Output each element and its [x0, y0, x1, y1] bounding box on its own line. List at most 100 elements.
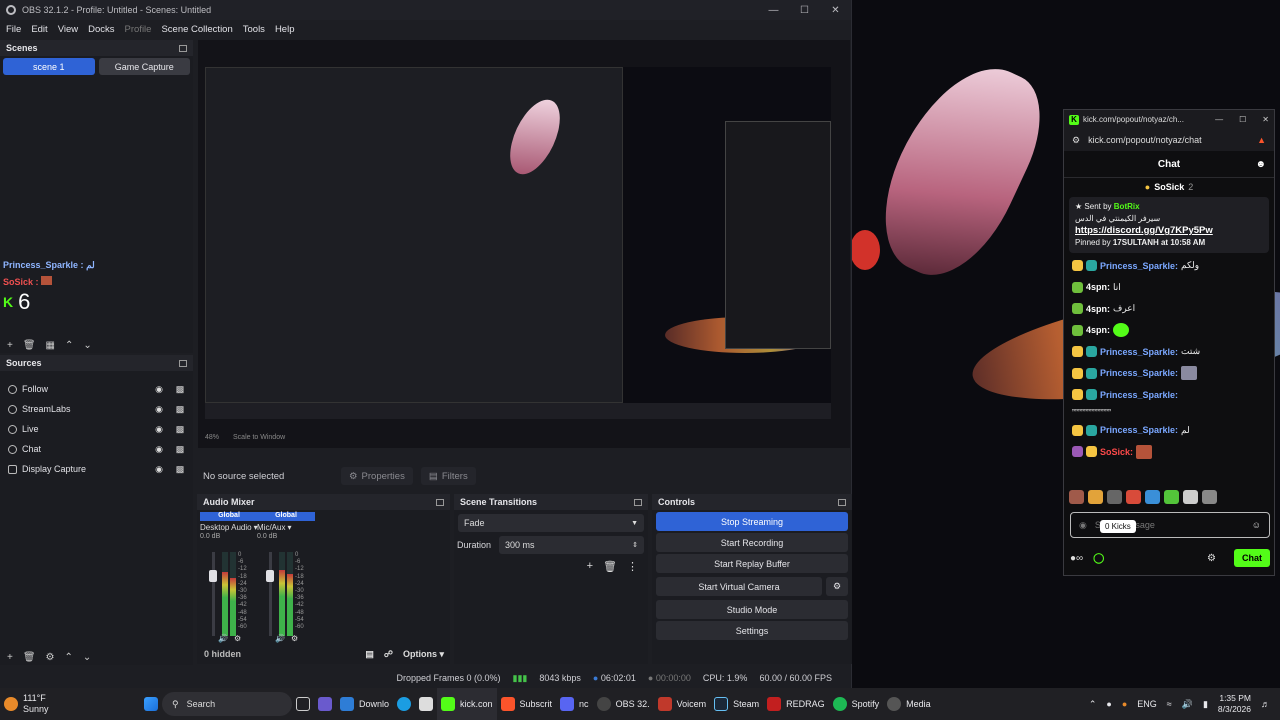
taskbar-app-discord[interactable]: nc [556, 688, 593, 720]
source-item[interactable]: Display Capture ◉ ▩ [0, 459, 193, 479]
preview-canvas[interactable] [205, 67, 831, 419]
more-options-icon[interactable]: ⋮ [627, 560, 638, 573]
add-scene-icon[interactable]: + [7, 340, 13, 351]
taskbar-app-download[interactable]: Downlo [336, 688, 393, 720]
volume-icon[interactable]: 🔊 [1182, 699, 1193, 710]
undock-icon[interactable] [436, 498, 444, 506]
taskbar-app-media[interactable]: Media [883, 688, 935, 720]
lock-icon[interactable]: ▩ [175, 404, 185, 415]
program-preview[interactable]: 48% Scale to Window [198, 40, 850, 448]
start-virtual-camera-button[interactable]: Start Virtual Camera [656, 577, 822, 596]
source-item[interactable]: Chat ◉ ▩ [0, 439, 193, 459]
move-up-icon[interactable]: ⌃ [65, 340, 73, 351]
pinned-message[interactable]: ★ Sent by BotRix سيرفر الكيمنتي في الدس … [1069, 197, 1269, 253]
menu-tools[interactable]: Tools [243, 24, 265, 35]
source-item[interactable]: Follow ◉ ▩ [0, 379, 193, 399]
user-settings-icon[interactable]: ☻ [1255, 159, 1266, 170]
scene-item-scene-1[interactable]: scene 1 [3, 58, 95, 75]
scale-mode[interactable]: Scale to Window [233, 434, 285, 441]
move-up-icon[interactable]: ⌃ [65, 652, 73, 663]
taskbar-app-edge[interactable] [393, 688, 415, 720]
source-item[interactable]: StreamLabs ◉ ▩ [0, 399, 193, 419]
emote-quickbar[interactable] [1069, 490, 1217, 504]
taskbar-app-steam[interactable]: Steam [710, 688, 763, 720]
remove-scene-icon[interactable]: 🗑 [23, 340, 36, 351]
wifi-icon[interactable]: ≈ [1167, 699, 1172, 709]
taskbar-app-voicemeeter[interactable]: Voicem [654, 688, 711, 720]
emoji-icon[interactable]: ☺ [1252, 520, 1261, 530]
remove-source-icon[interactable]: 🗑 [23, 652, 36, 663]
eye-icon[interactable]: ◉ [154, 424, 164, 435]
chat-settings-icon[interactable]: ⚙ [1207, 553, 1216, 564]
menu-file[interactable]: File [6, 24, 21, 35]
studio-mode-button[interactable]: Studio Mode [656, 600, 848, 619]
start-replay-buffer-button[interactable]: Start Replay Buffer [656, 554, 848, 573]
site-info-icon[interactable]: ⚙ [1072, 135, 1080, 146]
menu-docks[interactable]: Docks [88, 24, 114, 35]
menu-scene-collection[interactable]: Scene Collection [161, 24, 232, 35]
maximize-icon[interactable]: ☐ [1239, 115, 1246, 124]
taskbar-app-redragon[interactable]: REDRAG [763, 688, 829, 720]
add-transition-icon[interactable]: + [587, 560, 593, 573]
volume-slider-handle[interactable] [266, 570, 274, 582]
remove-transition-icon[interactable]: 🗑 [603, 560, 617, 573]
duration-spinbox[interactable]: 300 ms ⇕ [499, 536, 644, 554]
battery-icon[interactable]: ▮ [1203, 699, 1208, 710]
address-bar[interactable]: ⚙ kick.com/popout/notyaz/chat ▲ [1064, 129, 1274, 151]
close-icon[interactable]: ✕ [820, 5, 851, 16]
kick-coin-icon[interactable]: ◯ [1093, 553, 1104, 564]
move-down-icon[interactable]: ⌄ [83, 652, 91, 663]
rewards-icon[interactable]: ●∞ [1070, 553, 1083, 564]
task-view-button[interactable] [292, 688, 314, 720]
eye-icon[interactable]: ◉ [154, 464, 164, 475]
menu-profile[interactable]: Profile [125, 24, 152, 35]
taskbar-app-kick[interactable]: kick.con [437, 688, 497, 720]
taskbar-app-spotify[interactable]: Spotify [829, 688, 884, 720]
brave-shield-icon[interactable]: ▲ [1257, 135, 1266, 145]
start-button[interactable] [140, 688, 162, 720]
pinned-link[interactable]: https://discord.gg/Vg7KPy5Pw [1075, 225, 1263, 237]
lock-icon[interactable]: ▩ [175, 424, 185, 435]
layout-icon[interactable]: ▤ [365, 649, 374, 660]
speaker-icon[interactable]: 🔊 [218, 634, 228, 643]
volume-slider-handle[interactable] [209, 570, 217, 582]
undock-icon[interactable] [179, 44, 187, 52]
maximize-icon[interactable]: ☐ [789, 5, 820, 16]
source-item[interactable]: Live ◉ ▩ [0, 419, 193, 439]
filters-button[interactable]: ▤ Filters [420, 467, 476, 485]
clock[interactable]: 1:35 PM 8/3/2026 [1218, 693, 1251, 715]
notification-bell-icon[interactable]: ♬ [1261, 699, 1270, 709]
taskbar-search[interactable]: ⚲ Search [162, 692, 292, 716]
start-recording-button[interactable]: Start Recording [656, 533, 848, 552]
undock-icon[interactable] [634, 498, 642, 506]
channel-settings-icon[interactable]: ⚙ [234, 634, 241, 643]
transition-select[interactable]: Fade ▼ [458, 514, 644, 532]
menu-edit[interactable]: Edit [31, 24, 47, 35]
options-button[interactable]: Options ▾ [403, 649, 444, 660]
tray-overflow-icon[interactable]: ⌃ [1089, 699, 1097, 710]
undock-icon[interactable] [838, 498, 846, 506]
lock-icon[interactable]: ▩ [175, 464, 185, 475]
tray-app-icon[interactable]: ● [1106, 699, 1111, 709]
microphone-icon[interactable]: ● [1122, 699, 1127, 709]
virtual-camera-settings-icon[interactable]: ⚙ [826, 577, 848, 596]
channel-select[interactable]: Desktop Audio ▾ [200, 521, 258, 533]
minimize-icon[interactable]: — [758, 5, 789, 16]
channel-settings-icon[interactable]: ⚙ [291, 634, 298, 643]
taskbar-app-brave[interactable]: Subscrit [497, 688, 557, 720]
settings-button[interactable]: Settings [656, 621, 848, 640]
chat-send-button[interactable]: Chat [1234, 549, 1270, 567]
menu-help[interactable]: Help [275, 24, 295, 35]
properties-button[interactable]: ⚙ Properties [341, 467, 413, 485]
close-icon[interactable]: ✕ [1262, 115, 1269, 124]
preview-zoom-row[interactable]: 48% Scale to Window [205, 434, 285, 441]
language-indicator[interactable]: ENG [1137, 699, 1157, 709]
lock-icon[interactable]: ▩ [175, 444, 185, 455]
spin-arrows-icon[interactable]: ⇕ [632, 541, 638, 549]
volume-slider[interactable] [269, 552, 272, 636]
lock-icon[interactable]: ▩ [175, 384, 185, 395]
filter-icon[interactable]: ▦ [46, 340, 55, 351]
menu-view[interactable]: View [58, 24, 78, 35]
source-properties-icon[interactable]: ⚙ [46, 652, 55, 663]
eye-icon[interactable]: ◉ [154, 384, 164, 395]
